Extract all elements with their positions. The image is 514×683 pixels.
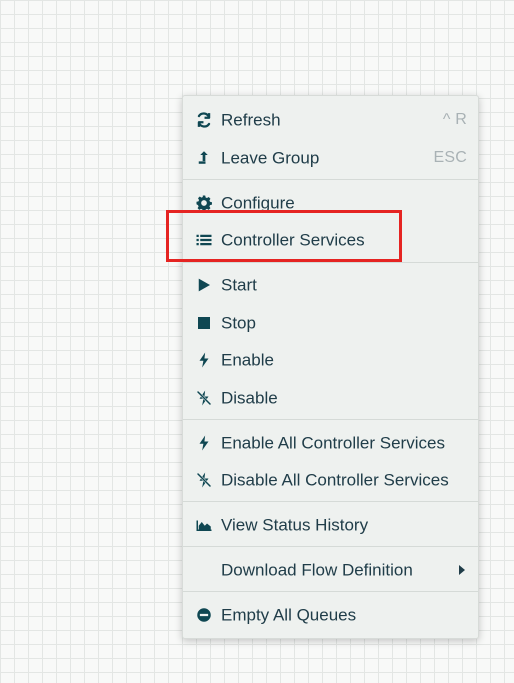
menu-divider <box>183 591 478 592</box>
refresh-icon <box>194 110 214 130</box>
play-icon <box>194 275 214 295</box>
context-menu: Refresh ^ R Leave Group ESC Configure Co… <box>182 95 479 639</box>
start-label: Start <box>221 275 257 295</box>
start-menu-item[interactable]: Start <box>183 268 478 302</box>
leave-group-shortcut: ESC <box>433 149 467 166</box>
refresh-shortcut: ^ R <box>442 111 467 128</box>
disable-all-controller-services-label: Disable All Controller Services <box>221 470 449 490</box>
refresh-menu-item[interactable]: Refresh ^ R <box>183 103 478 137</box>
download-flow-definition-menu-item[interactable]: Download Flow Definition <box>183 553 478 587</box>
empty-all-queues-label: Empty All Queues <box>221 605 357 625</box>
leave-group-icon <box>194 148 214 168</box>
lightning-icon <box>194 433 214 453</box>
configure-label: Configure <box>221 193 295 213</box>
chevron-right-icon <box>459 565 465 575</box>
disable-all-controller-services-menu-item[interactable]: Disable All Controller Services <box>183 463 478 497</box>
enable-all-controller-services-label: Enable All Controller Services <box>221 433 445 453</box>
download-flow-definition-label: Download Flow Definition <box>221 560 413 580</box>
disabled-lightning-icon <box>194 388 214 408</box>
disabled-lightning-icon <box>194 470 214 490</box>
disable-menu-item[interactable]: Disable <box>183 381 478 415</box>
enable-label: Enable <box>221 350 274 370</box>
area-chart-icon <box>194 515 214 535</box>
list-icon <box>194 230 214 250</box>
menu-divider <box>183 179 478 180</box>
view-status-history-menu-item[interactable]: View Status History <box>183 508 478 542</box>
enable-menu-item[interactable]: Enable <box>183 343 478 377</box>
menu-divider <box>183 546 478 547</box>
minus-circle-icon <box>194 605 214 625</box>
menu-divider <box>183 262 478 263</box>
leave-group-menu-item[interactable]: Leave Group ESC <box>183 141 478 175</box>
controller-services-menu-item[interactable]: Controller Services <box>183 223 478 257</box>
configure-menu-item[interactable]: Configure <box>183 186 478 220</box>
leave-group-label: Leave Group <box>221 148 320 168</box>
view-status-history-label: View Status History <box>221 515 369 535</box>
stop-label: Stop <box>221 313 256 333</box>
lightning-icon <box>194 350 214 370</box>
empty-all-queues-menu-item[interactable]: Empty All Queues <box>183 598 478 632</box>
gear-icon <box>194 193 214 213</box>
menu-divider <box>183 501 478 502</box>
disable-label: Disable <box>221 388 278 408</box>
stop-menu-item[interactable]: Stop <box>183 306 478 340</box>
menu-divider <box>183 419 478 420</box>
controller-services-label: Controller Services <box>221 230 365 250</box>
stop-icon <box>194 313 214 333</box>
enable-all-controller-services-menu-item[interactable]: Enable All Controller Services <box>183 426 478 460</box>
refresh-label: Refresh <box>221 110 281 130</box>
